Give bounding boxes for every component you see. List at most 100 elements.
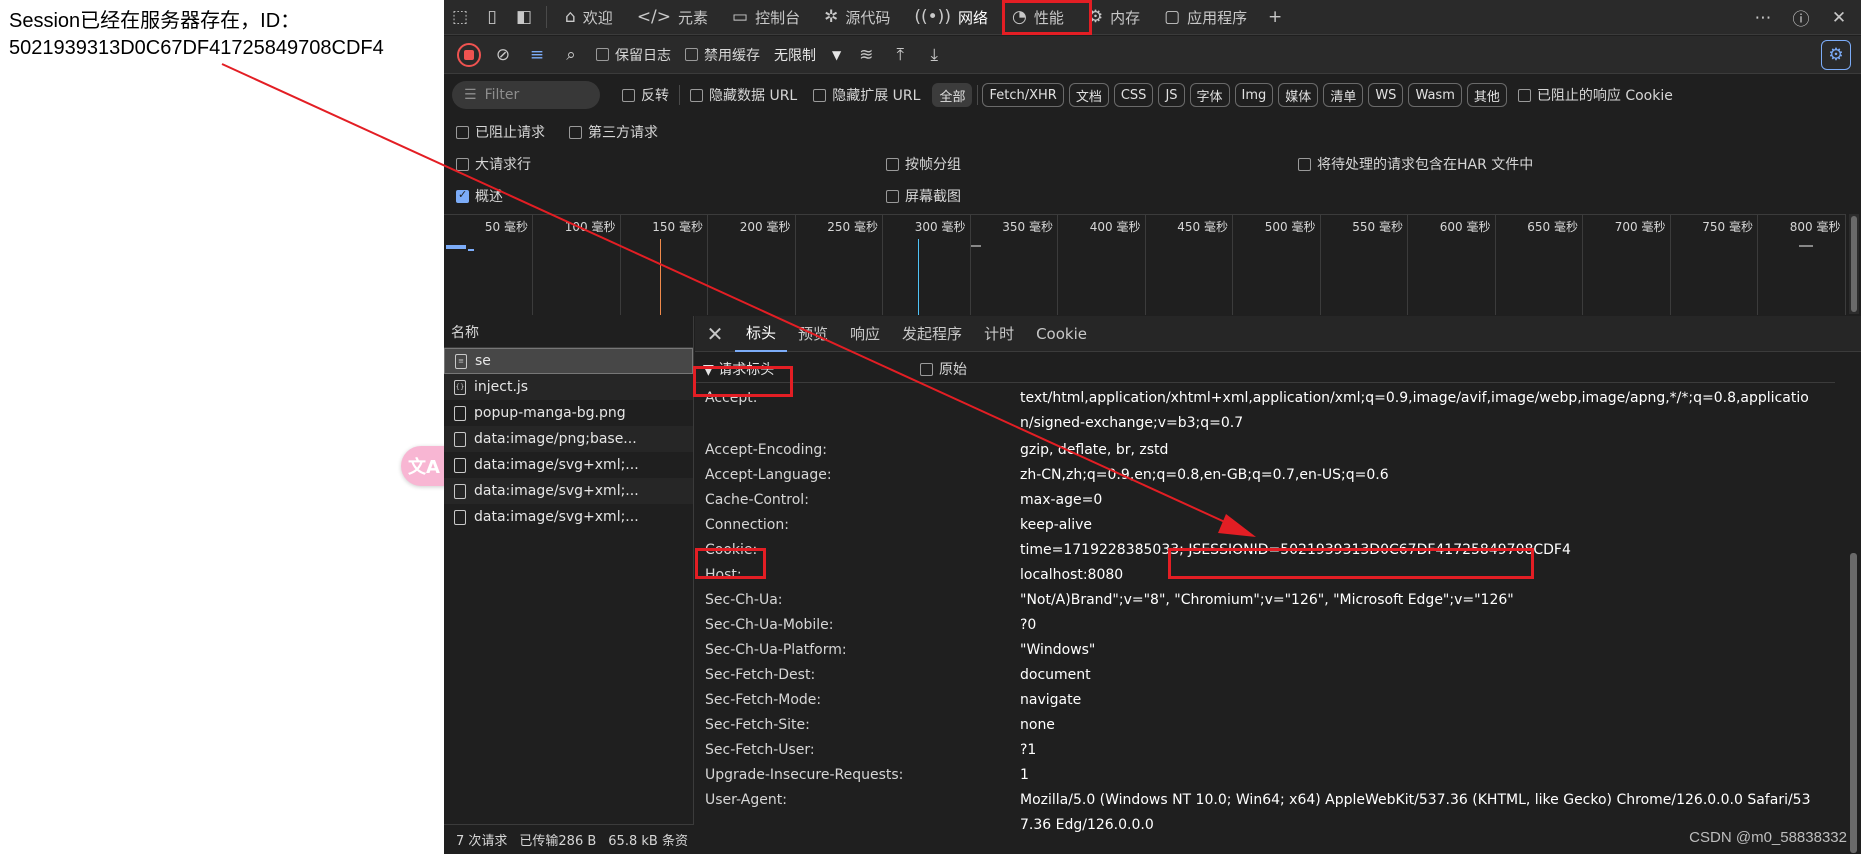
timeline-tick-label: 100 毫秒 bbox=[564, 220, 616, 234]
header-value: "Not/A)Brand";v="8", "Chromium";v="126",… bbox=[1020, 592, 1514, 608]
list-item[interactable]: data:image/svg+xml;... bbox=[444, 478, 693, 504]
screenshots-checkbox[interactable]: 屏幕截图 bbox=[886, 186, 961, 206]
tab-memory[interactable]: ⚙ 内存 bbox=[1076, 0, 1152, 35]
checkbox-box bbox=[1298, 157, 1311, 171]
network-conditions-icon[interactable]: ≋ bbox=[849, 40, 883, 70]
import-har-icon[interactable]: ⤒ bbox=[883, 40, 917, 70]
tab-preview[interactable]: 预览 bbox=[787, 316, 839, 352]
filter-chip-wasm[interactable]: Wasm bbox=[1408, 83, 1462, 107]
translate-float-button[interactable]: 文A bbox=[401, 446, 447, 486]
filter-chip-doc[interactable]: 文档 bbox=[1068, 83, 1109, 107]
timeline-gridline bbox=[969, 215, 971, 315]
filter-chip-font[interactable]: 字体 bbox=[1189, 83, 1230, 107]
inspect-element-icon[interactable]: ⬚ bbox=[444, 1, 476, 33]
close-icon[interactable]: ✕ bbox=[695, 322, 735, 346]
list-item[interactable]: data:image/svg+xml;... bbox=[444, 452, 693, 478]
list-item[interactable]: data:image/svg+xml;... bbox=[444, 504, 693, 530]
search-icon[interactable]: ⌕ bbox=[554, 40, 588, 70]
list-item[interactable]: {} inject.js bbox=[444, 374, 693, 400]
throttling-select[interactable]: 无限制 ▼ bbox=[774, 45, 841, 65]
filter-chip-ws[interactable]: WS bbox=[1368, 83, 1404, 107]
filter-chip-js[interactable]: JS bbox=[1158, 83, 1185, 107]
checkbox-box bbox=[596, 48, 609, 61]
resources-size: 65.8 kB 条资 bbox=[608, 834, 688, 849]
filter-chip-all[interactable]: 全部 bbox=[932, 83, 973, 107]
tab-sources[interactable]: ✲ 源代码 bbox=[812, 0, 902, 35]
overview-checkbox[interactable]: 概述 bbox=[456, 186, 503, 206]
checkbox-label: 隐藏扩展 URL bbox=[832, 88, 921, 104]
disable-cache-checkbox[interactable]: 禁用缓存 bbox=[685, 45, 760, 65]
list-item[interactable]: popup-manga-bg.png bbox=[444, 400, 693, 426]
third-party-checkbox[interactable]: 第三方请求 bbox=[569, 122, 658, 142]
tab-label: 欢迎 bbox=[582, 8, 613, 27]
checkbox-box bbox=[456, 188, 469, 203]
filter-chip-other[interactable]: 其他 bbox=[1466, 83, 1507, 107]
filter-chip-fetch-xhr[interactable]: Fetch/XHR bbox=[982, 83, 1064, 107]
include-pending-har-checkbox[interactable]: 将待处理的请求包含在HAR 文件中 bbox=[1298, 154, 1533, 174]
network-settings-gear-icon[interactable]: ⚙ bbox=[1821, 40, 1851, 70]
detail-scrollbar[interactable] bbox=[1848, 353, 1858, 853]
network-overview-timeline[interactable]: 50 毫秒 100 毫秒 150 毫秒 200 毫秒 250 毫秒 300 毫秒 350 毫… bbox=[444, 214, 1846, 315]
tab-headers[interactable]: 标头 bbox=[735, 316, 788, 352]
checkbox-label: 已阻止的响应 Cookie bbox=[1536, 88, 1673, 104]
record-button[interactable] bbox=[452, 40, 486, 70]
filter-chip-manifest[interactable]: 清单 bbox=[1323, 83, 1364, 107]
dock-side-icon[interactable]: ◧ bbox=[508, 1, 540, 33]
document-icon: ≡ bbox=[455, 353, 467, 369]
tab-label: 内存 bbox=[1110, 8, 1141, 27]
hide-extension-urls-checkbox[interactable]: 隐藏扩展 URL bbox=[813, 85, 920, 105]
more-options-icon[interactable]: ⋯ bbox=[1747, 2, 1779, 34]
invert-checkbox[interactable]: 反转 bbox=[622, 85, 669, 105]
checkbox-box bbox=[569, 125, 582, 139]
timeline-gridline bbox=[1757, 215, 1758, 315]
group-by-frame-checkbox[interactable]: 按帧分组 bbox=[886, 154, 961, 174]
tab-welcome[interactable]: ⌂ 欢迎 bbox=[553, 0, 625, 35]
browser-page: Session已经在服务器存在，ID：5021939313D0C67DF4172… bbox=[0, 0, 444, 854]
filter-chip-media[interactable]: 媒体 bbox=[1278, 83, 1319, 107]
hide-data-urls-checkbox[interactable]: 隐藏数据 URL bbox=[690, 85, 797, 105]
request-list-header[interactable]: 名称 bbox=[444, 316, 693, 348]
add-tab-icon[interactable]: + bbox=[1259, 1, 1291, 33]
export-har-icon[interactable]: ⤓ bbox=[917, 40, 951, 70]
help-icon[interactable]: ⓘ bbox=[1785, 2, 1817, 34]
timeline-scrollbar[interactable] bbox=[1849, 214, 1859, 314]
tab-cookies[interactable]: Cookie bbox=[1025, 316, 1098, 352]
tab-application[interactable]: ▢ 应用程序 bbox=[1152, 0, 1259, 35]
tab-performance[interactable]: ◔ 性能 bbox=[1000, 0, 1076, 35]
tab-label: 元素 bbox=[678, 8, 709, 27]
raw-headers-checkbox[interactable]: 原始 bbox=[920, 359, 967, 379]
checkbox-label: 将待处理的请求包含在HAR 文件中 bbox=[1317, 157, 1534, 173]
list-item[interactable]: data:image/png;base... bbox=[444, 426, 693, 452]
divider bbox=[546, 6, 547, 28]
timeline-gridline bbox=[1844, 215, 1846, 315]
request-headers-section-header[interactable]: ▼ 请求标头 原始 bbox=[695, 353, 1835, 383]
tab-console[interactable]: ▭ 控制台 bbox=[720, 0, 812, 35]
divider bbox=[977, 85, 979, 105]
request-name: data:image/svg+xml;... bbox=[474, 509, 639, 525]
tab-elements[interactable]: </> 元素 bbox=[625, 0, 720, 35]
clear-icon[interactable]: ⊘ bbox=[486, 40, 520, 70]
preserve-log-checkbox[interactable]: 保留日志 bbox=[596, 45, 671, 65]
filter-toggle-icon[interactable]: ≡ bbox=[520, 40, 554, 70]
filter-chip-css[interactable]: CSS bbox=[1113, 83, 1154, 107]
request-name: se bbox=[475, 353, 491, 369]
blocked-requests-checkbox[interactable]: 已阻止请求 bbox=[456, 122, 545, 142]
header-row: User-Agent: Mozilla/5.0 (Windows NT 10.0;… bbox=[695, 788, 1835, 838]
tab-timing[interactable]: 计时 bbox=[973, 316, 1025, 352]
tab-network[interactable]: ((•)) 网络 bbox=[902, 0, 1000, 35]
filter-chip-img[interactable]: Img bbox=[1234, 83, 1274, 107]
home-icon: ⌂ bbox=[565, 7, 576, 27]
timeline-gridline bbox=[707, 215, 708, 315]
tab-initiator[interactable]: 发起程序 bbox=[891, 316, 973, 352]
timeline-gridline bbox=[1319, 215, 1321, 315]
filter-input[interactable]: ☰ Filter bbox=[452, 81, 600, 109]
header-row: Cache-Control: max-age=0 bbox=[695, 488, 1835, 513]
tab-response[interactable]: 响应 bbox=[839, 316, 891, 352]
blocked-response-cookies-checkbox[interactable]: 已阻止的响应 Cookie bbox=[1517, 85, 1673, 105]
list-item[interactable]: ≡ se bbox=[444, 348, 693, 374]
big-request-rows-checkbox[interactable]: 大请求行 bbox=[456, 154, 531, 174]
close-icon[interactable]: ✕ bbox=[1823, 2, 1855, 34]
scroll-thumb[interactable] bbox=[1850, 553, 1857, 853]
checkbox-box bbox=[690, 88, 703, 102]
device-toolbar-icon[interactable]: ▯ bbox=[476, 1, 508, 33]
